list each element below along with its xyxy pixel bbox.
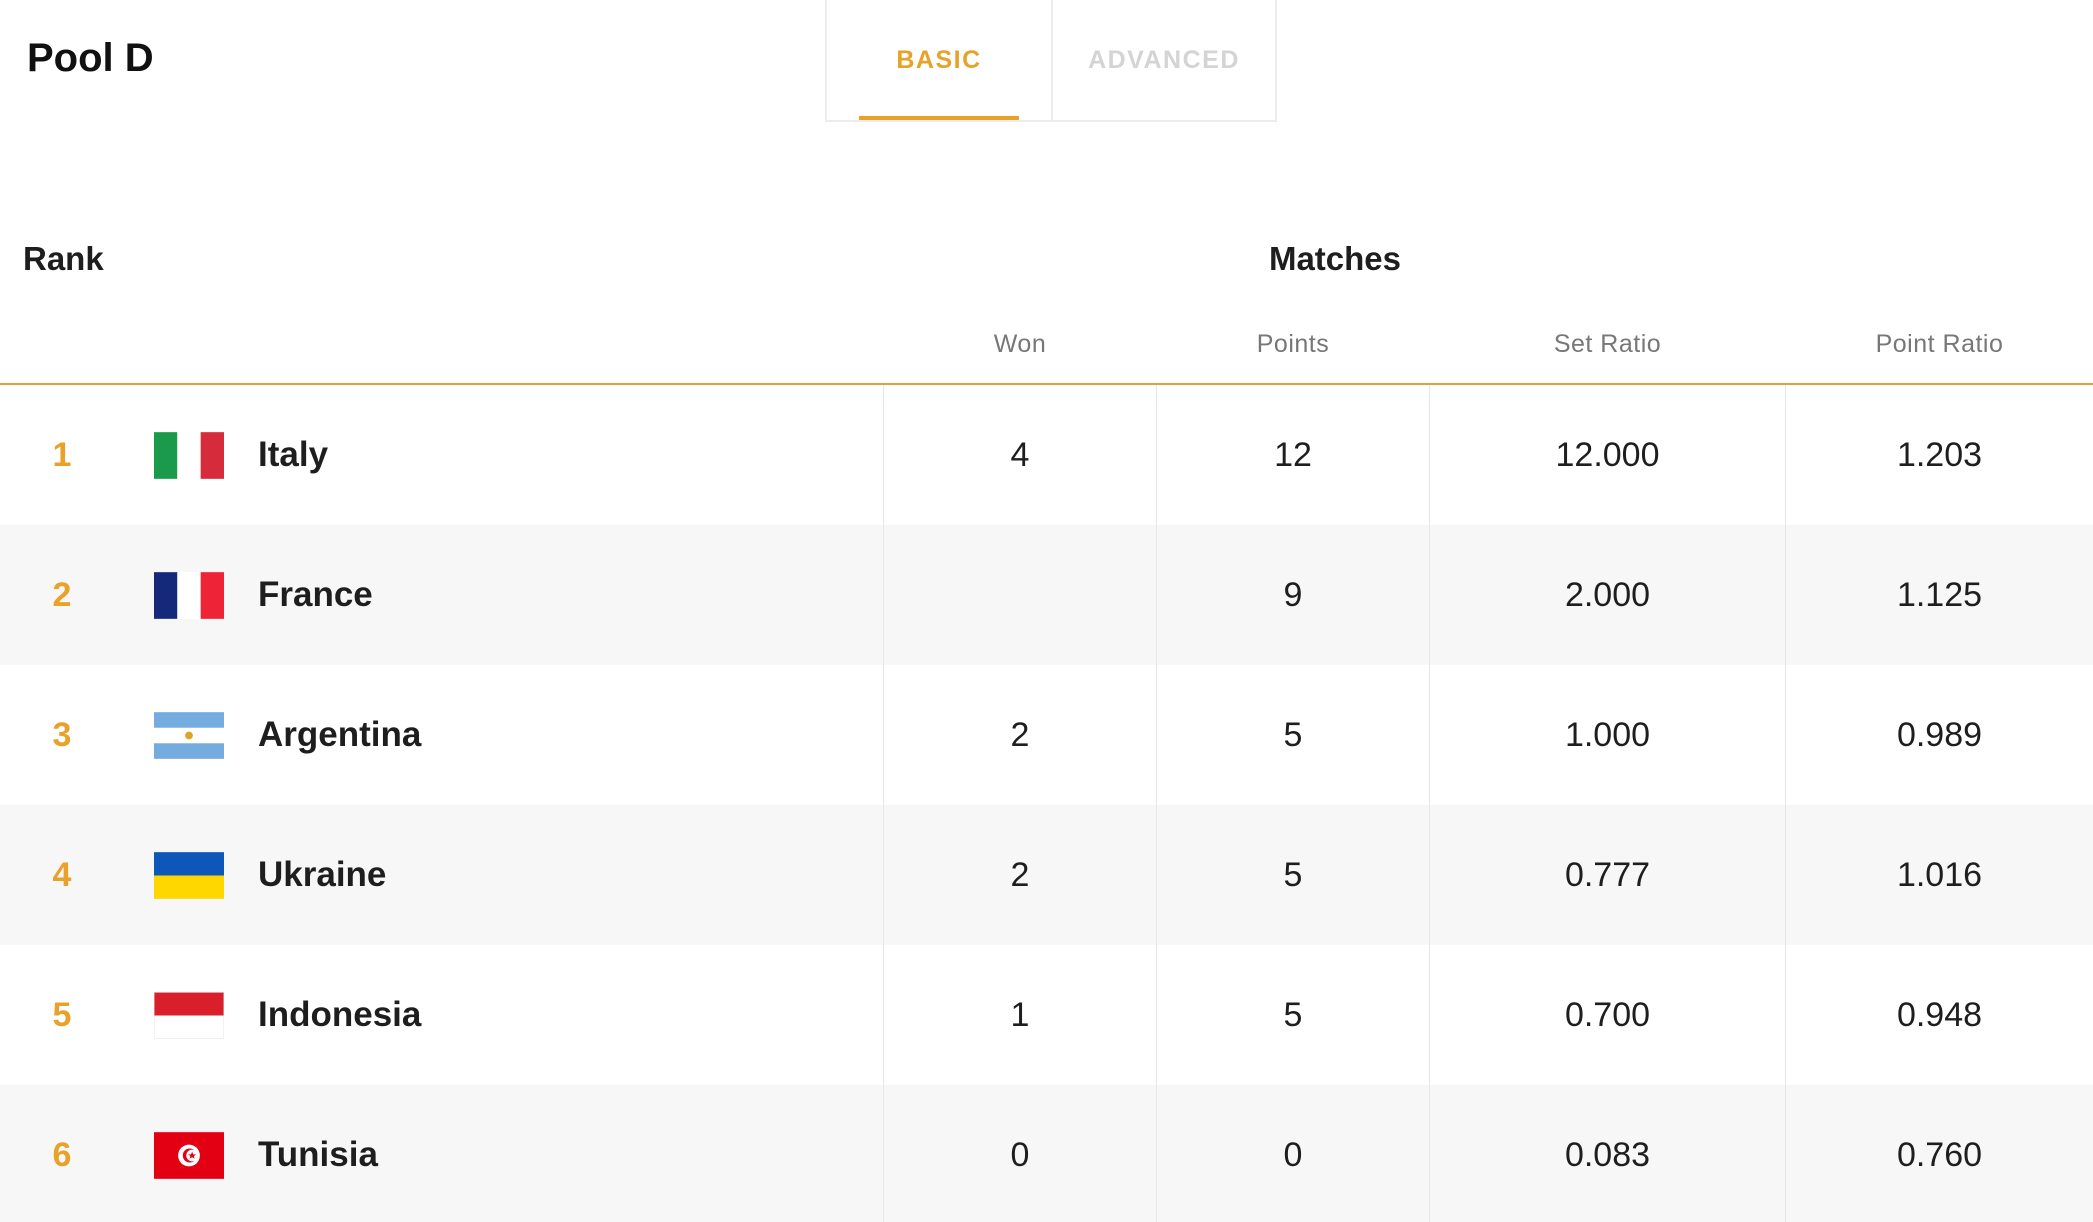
point-ratio-cell: 1.125 [1896, 575, 1983, 614]
rank-column-header: Rank [23, 240, 104, 277]
won-cell [884, 525, 1156, 665]
set-ratio-cell: 12.000 [1555, 435, 1660, 474]
table-row[interactable]: 4 Ukraine 2 5 0.777 1.016 [0, 805, 2093, 945]
set-ratio-cell: 0.700 [1564, 995, 1651, 1034]
points-column-header: Points [1256, 330, 1330, 358]
rank-cell: 6 [52, 1135, 72, 1174]
rank-cell: 1 [52, 435, 72, 474]
team-cell: Indonesia [154, 945, 421, 1085]
matches-group-header: Matches [1268, 240, 1402, 277]
table-row[interactable]: 5 Indonesia 1 5 0.700 0.948 [0, 945, 2093, 1085]
table-row[interactable]: 3 Argentina 2 5 1.000 0.989 [0, 665, 2093, 805]
points-cell: 5 [1283, 855, 1303, 894]
points-cell: 9 [1283, 575, 1303, 614]
team-name[interactable]: Ukraine [258, 855, 386, 895]
won-column-header: Won [993, 330, 1047, 358]
points-cell: 0 [1283, 1135, 1303, 1174]
won-cell: 2 [1010, 715, 1030, 754]
team-cell: Tunisia [154, 1085, 378, 1222]
point-ratio-cell: 1.016 [1896, 855, 1983, 894]
rank-cell: 3 [52, 715, 72, 754]
point-ratio-cell: 0.948 [1896, 995, 1983, 1034]
points-cell: 5 [1283, 995, 1303, 1034]
argentina-flag-icon [154, 711, 224, 759]
point-ratio-column-header: Point Ratio [1875, 330, 2004, 358]
column-divider [1429, 385, 1430, 1222]
standings-table: 1 Italy 4 12 12.000 1.203 2 France 9 2.0… [0, 385, 2093, 1222]
rank-cell: 5 [52, 995, 72, 1034]
set-ratio-cell: 0.083 [1564, 1135, 1651, 1174]
won-cell: 2 [1010, 855, 1030, 894]
standings-page: Pool D BASIC ADVANCED Rank Matches Won P… [0, 0, 2093, 1222]
point-ratio-cell: 0.989 [1896, 715, 1983, 754]
table-row[interactable]: 1 Italy 4 12 12.000 1.203 [0, 385, 2093, 525]
set-ratio-column-header: Set Ratio [1553, 330, 1662, 358]
point-ratio-cell: 0.760 [1896, 1135, 1983, 1174]
column-divider [883, 385, 884, 1222]
won-cell: 1 [1010, 995, 1030, 1034]
france-flag-icon [154, 571, 224, 619]
set-ratio-cell: 2.000 [1564, 575, 1651, 614]
table-row[interactable]: 6 Tunisia 0 0 0.083 0.760 [0, 1085, 2093, 1222]
ukraine-flag-icon [154, 851, 224, 899]
column-divider [1785, 385, 1786, 1222]
won-cell: 4 [1010, 435, 1030, 474]
tab-bar: BASIC ADVANCED [825, 0, 1277, 122]
team-name[interactable]: Italy [258, 435, 328, 475]
team-name[interactable]: Indonesia [258, 995, 421, 1035]
team-name[interactable]: Argentina [258, 715, 421, 755]
team-cell: Italy [154, 385, 328, 525]
tab-basic[interactable]: BASIC [827, 0, 1051, 120]
tunisia-flag-icon [154, 1131, 224, 1179]
rank-cell: 4 [52, 855, 72, 894]
set-ratio-cell: 0.777 [1564, 855, 1651, 894]
team-cell: France [154, 525, 373, 665]
team-name[interactable]: Tunisia [258, 1135, 378, 1175]
team-cell: Ukraine [154, 805, 386, 945]
team-cell: Argentina [154, 665, 421, 805]
set-ratio-cell: 1.000 [1564, 715, 1651, 754]
indonesia-flag-icon [154, 991, 224, 1039]
tab-advanced[interactable]: ADVANCED [1051, 0, 1275, 120]
points-cell: 12 [1274, 435, 1312, 474]
italy-flag-icon [154, 431, 224, 479]
point-ratio-cell: 1.203 [1896, 435, 1983, 474]
rank-cell: 2 [52, 575, 72, 614]
team-name[interactable]: France [258, 575, 373, 615]
won-cell: 0 [1010, 1135, 1030, 1174]
column-divider [1156, 385, 1157, 1222]
table-row[interactable]: 2 France 9 2.000 1.125 [0, 525, 2093, 665]
page-title: Pool D [27, 36, 154, 80]
points-cell: 5 [1283, 715, 1303, 754]
